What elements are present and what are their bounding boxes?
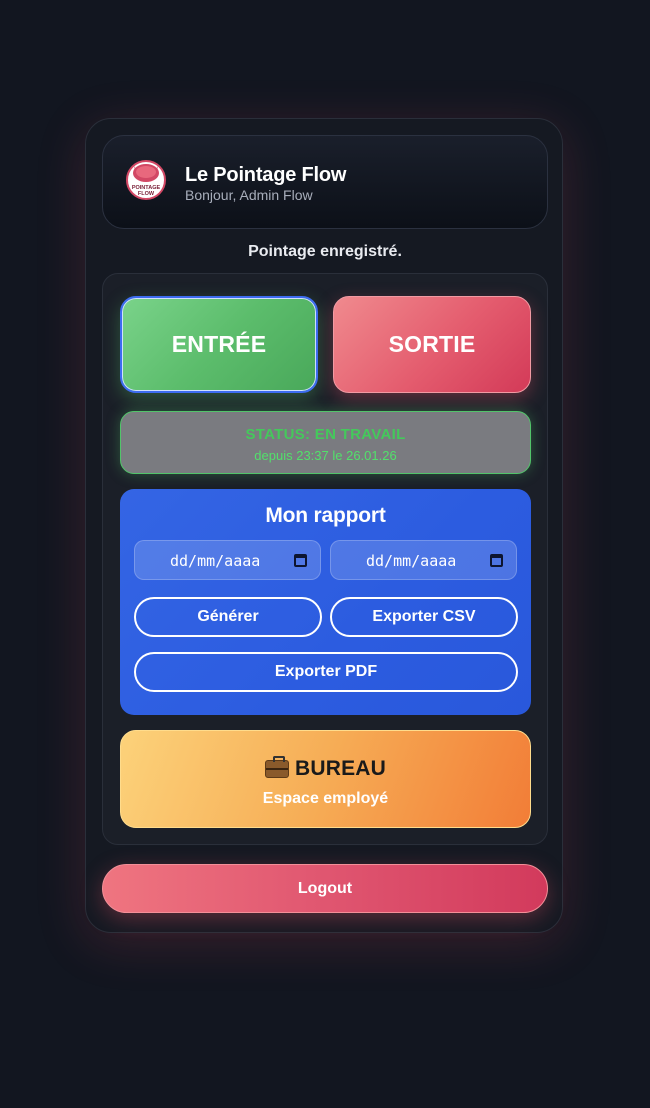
app-title: Le Pointage Flow [185, 164, 347, 186]
generate-button[interactable]: Générer [134, 597, 322, 637]
clock-out-button[interactable]: SORTIE [333, 296, 531, 393]
toast-message: Pointage enregistré. [248, 243, 402, 260]
bureau-button[interactable]: BUREAU Espace employé [120, 730, 531, 828]
logo-icon: POINTAGE FLOW [126, 160, 166, 200]
bureau-title: BUREAU [294, 757, 387, 780]
date-from-value: dd/mm/aaaa [170, 552, 261, 570]
export-pdf-button[interactable]: Exporter PDF [134, 652, 518, 692]
bureau-title-row: BUREAU [121, 756, 530, 781]
report-title: Mon rapport [265, 504, 386, 527]
status-title: STATUS: EN TRAVAIL [245, 426, 406, 443]
date-to-value: dd/mm/aaaa [366, 552, 457, 570]
user-greeting: Bonjour, Admin Flow [185, 187, 313, 203]
main-card: POINTAGE FLOW Le Pointage Flow Bonjour, … [85, 118, 563, 933]
date-to-input[interactable]: dd/mm/aaaa [330, 540, 517, 580]
app-header: POINTAGE FLOW Le Pointage Flow Bonjour, … [102, 135, 548, 229]
calendar-icon[interactable] [294, 554, 307, 567]
bureau-subtitle: Espace employé [262, 790, 389, 807]
status-box: STATUS: EN TRAVAIL depuis 23:37 le 26.01… [120, 411, 531, 474]
logout-button[interactable]: Logout [102, 864, 548, 913]
logo-text-bottom: FLOW [138, 191, 155, 197]
clock-in-button[interactable]: ENTRÉE [120, 296, 318, 393]
status-since: depuis 23:37 le 26.01.26 [254, 448, 397, 463]
export-csv-button[interactable]: Exporter CSV [330, 597, 518, 637]
report-section: Mon rapport dd/mm/aaaa dd/mm/aaaa Génére… [120, 489, 531, 715]
date-from-input[interactable]: dd/mm/aaaa [134, 540, 321, 580]
calendar-icon[interactable] [490, 554, 503, 567]
actions-panel: ENTRÉE SORTIE STATUS: EN TRAVAIL depuis … [102, 273, 548, 845]
briefcase-icon [264, 756, 289, 778]
